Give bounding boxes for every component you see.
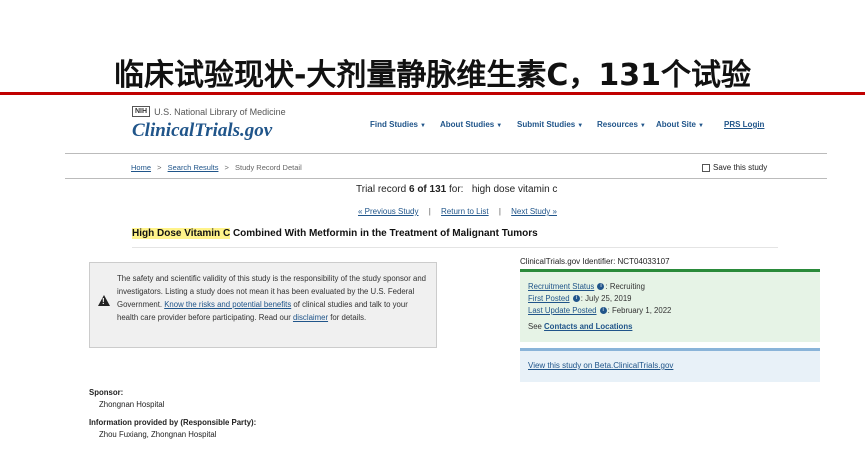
caret-down-icon: ▼ (496, 123, 503, 129)
caret-down-icon: ▼ (639, 123, 646, 129)
breadcrumb-sep: > (224, 163, 229, 172)
next-study-link[interactable]: Next Study » (511, 207, 557, 216)
info-icon[interactable]: i (572, 295, 580, 303)
breadcrumb-sep: > (157, 163, 162, 172)
beta-study-link[interactable]: View this study on Beta.ClinicalTrials.g… (528, 361, 673, 370)
nih-badge: NIH (132, 106, 151, 117)
study-pager: « Previous Study | Return to List | Next… (358, 207, 557, 216)
first-posted-label[interactable]: First Posted (528, 294, 570, 303)
title-divider-light (132, 247, 778, 248)
risks-benefits-link[interactable]: Know the risks and potential benefits (164, 300, 291, 309)
recruitment-status-label[interactable]: Recruitment Status (528, 282, 594, 291)
responsible-party-value: Zhou Fuxiang, Zhongnan Hospital (99, 430, 217, 439)
info-icon[interactable]: i (597, 283, 605, 291)
first-posted: First Posted i: July 25, 2019 (528, 294, 632, 303)
nav-find-studies[interactable]: Find Studies ▼ (370, 120, 426, 129)
disclaimer-link[interactable]: disclaimer (293, 313, 328, 322)
caret-down-icon: ▼ (698, 123, 704, 129)
recruitment-status: Recruitment Status i: Recruiting (528, 282, 645, 291)
contacts-line: See Contacts and Locations (528, 322, 633, 331)
trial-record-indicator: Trial record 6 of 131 for: high dose vit… (356, 184, 558, 195)
slide-title: 临床试验现状-大剂量静脉维生素C，131个试验 (113, 58, 752, 93)
save-study-label: Save this study (713, 163, 768, 172)
caret-down-icon: ▼ (577, 123, 584, 129)
previous-study-link[interactable]: « Previous Study (358, 207, 418, 216)
breadcrumb-home[interactable]: Home (131, 163, 151, 172)
disclaimer-text: The safety and scientific validity of th… (117, 274, 427, 322)
sponsor-value: Zhongnan Hospital (99, 400, 165, 409)
breadcrumb-divider (65, 178, 827, 179)
last-update-posted: Last Update Posted i: February 1, 2022 (528, 306, 672, 315)
checkbox-icon[interactable] (702, 163, 710, 172)
nav-about-studies[interactable]: About Studies ▼ (440, 120, 502, 129)
breadcrumb-current: Study Record Detail (235, 163, 302, 172)
caret-down-icon: ▼ (420, 123, 426, 129)
nav-submit-studies[interactable]: Submit Studies ▼ (517, 120, 583, 129)
responsible-party-label: Information provided by (Responsible Par… (89, 418, 257, 427)
nih-header: NIH U.S. National Library of Medicine (132, 106, 286, 117)
study-title-highlight: High Dose Vitamin C (132, 228, 231, 239)
nav-resources[interactable]: Resources ▼ (597, 120, 646, 129)
save-study-toggle[interactable]: Save this study (702, 163, 767, 172)
record-position: 6 of 131 (408, 184, 447, 195)
nav-about-site[interactable]: About Site ▼ (656, 120, 704, 129)
prs-login-link[interactable]: PRS Login (724, 120, 764, 129)
breadcrumb-search-results[interactable]: Search Results (168, 163, 219, 172)
study-identifier: ClinicalTrials.gov Identifier: NCT040331… (520, 257, 670, 266)
breadcrumb: Home > Search Results > Study Record Det… (131, 163, 302, 172)
contacts-locations-link[interactable]: Contacts and Locations (544, 322, 632, 331)
sponsor-label: Sponsor: (89, 388, 124, 397)
clinicaltrials-logo[interactable]: ClinicalTrials.gov (132, 120, 272, 142)
search-query: high dose vitamin c (471, 184, 558, 195)
title-divider (0, 92, 865, 95)
nih-text: U.S. National Library of Medicine (154, 106, 286, 117)
header-divider (65, 153, 827, 154)
info-icon[interactable]: i (599, 307, 607, 315)
return-to-list-link[interactable]: Return to List (441, 207, 489, 216)
last-update-label[interactable]: Last Update Posted (528, 306, 597, 315)
study-title: High Dose Vitamin C Combined With Metfor… (132, 228, 538, 239)
